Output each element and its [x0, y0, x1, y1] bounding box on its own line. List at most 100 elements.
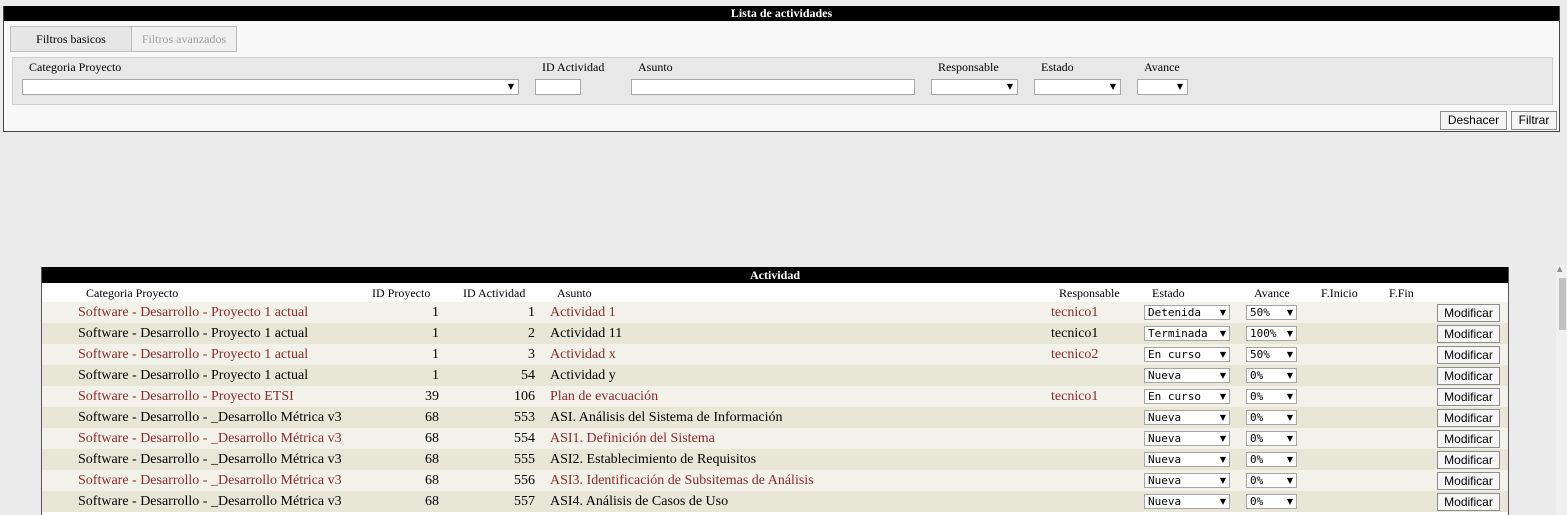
modify-button[interactable]: Modificar	[1437, 493, 1500, 511]
table-row: Software - Desarrollo - Proyecto ETSI 39 1…	[42, 386, 1508, 407]
label-asunto: Asunto	[638, 60, 673, 74]
cell-id-proyecto: 68	[425, 494, 439, 509]
cell-responsable: tecnico2	[1051, 347, 1099, 362]
estado-select[interactable]: Detenida	[1144, 305, 1230, 320]
cell-id-actividad: 1	[528, 305, 535, 320]
avance-select[interactable]: 0%	[1246, 452, 1297, 467]
filter-fields: Categoria Proyecto ID Actividad Asunto R…	[12, 57, 1553, 105]
header-asunto: Asunto	[557, 286, 592, 300]
cell-id-proyecto: 1	[432, 326, 439, 341]
cell-categoria: Software - Desarrollo - _Desarrollo Métr…	[78, 494, 342, 509]
categoria-select[interactable]	[22, 79, 519, 95]
cell-asunto: Plan de evacuación	[550, 389, 659, 404]
estado-select[interactable]: Terminada	[1144, 326, 1230, 341]
table-row: Software - Desarrollo - Proyecto 1 actua…	[42, 302, 1508, 323]
avance-select[interactable]: 50%	[1246, 347, 1297, 362]
avance-select[interactable]: 0%	[1246, 410, 1297, 425]
cell-id-proyecto: 68	[425, 473, 439, 488]
cell-id-actividad: 106	[514, 389, 535, 404]
header-responsable: Responsable	[1059, 286, 1120, 300]
estado-select[interactable]: Nueva	[1144, 473, 1230, 488]
estado-select[interactable]: En curso	[1144, 389, 1230, 404]
vertical-scrollbar[interactable]: ▲	[1556, 265, 1567, 515]
modify-button[interactable]: Modificar	[1437, 304, 1500, 322]
scroll-up-arrow-icon[interactable]: ▲	[1557, 265, 1562, 273]
modify-button[interactable]: Modificar	[1437, 388, 1500, 406]
table-row: Software - Desarrollo - Proyecto 1 actua…	[42, 365, 1508, 386]
filter-button[interactable]: Filtrar	[1511, 111, 1557, 130]
modify-button[interactable]: Modificar	[1437, 325, 1500, 343]
cell-categoria: Software - Desarrollo - Proyecto 1 actua…	[78, 326, 309, 341]
modify-button[interactable]: Modificar	[1437, 451, 1500, 469]
cell-asunto: Actividad x	[550, 347, 616, 362]
cell-asunto: Actividad 1	[550, 305, 616, 320]
modify-button[interactable]: Modificar	[1437, 430, 1500, 448]
avance-select[interactable]: 0%	[1246, 473, 1297, 488]
cell-asunto: Actividad y	[550, 368, 616, 383]
estado-select[interactable]: Nueva	[1144, 452, 1230, 467]
filter-panel-title: Lista de actividades	[4, 6, 1559, 21]
cell-asunto: Actividad 11	[550, 326, 623, 341]
modify-button[interactable]: Modificar	[1437, 346, 1500, 364]
avance-select[interactable]: 0%	[1246, 368, 1297, 383]
cell-categoria: Software - Desarrollo - _Desarrollo Métr…	[78, 452, 342, 467]
avance-select[interactable]: 50%	[1246, 305, 1297, 320]
estado-select[interactable]: En curso	[1144, 347, 1230, 362]
modify-button[interactable]: Modificar	[1437, 409, 1500, 427]
cell-categoria: Software - Desarrollo - _Desarrollo Métr…	[78, 431, 342, 446]
cell-categoria: Software - Desarrollo - Proyecto ETSI	[78, 389, 294, 404]
cell-asunto: ASI4. Análisis de Casos de Uso	[550, 494, 729, 509]
table-row: Software - Desarrollo - Proyecto 1 actua…	[42, 323, 1508, 344]
cell-id-actividad: 557	[514, 494, 535, 509]
table-body: Software - Desarrollo - Proyecto 1 actua…	[42, 302, 1508, 512]
label-avance: Avance	[1144, 60, 1180, 74]
asunto-input[interactable]	[631, 79, 915, 95]
avance-select[interactable]: 0%	[1246, 431, 1297, 446]
activity-table: Actividad Categoria Proyecto ID Proyecto…	[41, 267, 1509, 515]
estado-select[interactable]: Nueva	[1144, 368, 1230, 383]
cell-id-proyecto: 1	[432, 305, 439, 320]
modify-button[interactable]: Modificar	[1437, 367, 1500, 385]
avance-select[interactable]: 0%	[1246, 389, 1297, 404]
table-header: Categoria Proyecto ID Proyecto ID Activi…	[42, 283, 1508, 302]
cell-id-actividad: 54	[521, 368, 535, 383]
table-row: Software - Desarrollo - _Desarrollo Métr…	[42, 491, 1508, 512]
header-id-actividad: ID Actividad	[463, 286, 526, 300]
modify-button[interactable]: Modificar	[1437, 472, 1500, 490]
undo-button[interactable]: Deshacer	[1440, 111, 1507, 130]
scroll-thumb[interactable]	[1559, 278, 1566, 330]
responsable-select[interactable]	[931, 79, 1018, 95]
filter-panel: Lista de actividades Filtros basicos Fil…	[3, 6, 1560, 132]
cell-categoria: Software - Desarrollo - Proyecto 1 actua…	[78, 368, 309, 383]
cell-asunto: ASI. Análisis del Sistema de Información	[550, 410, 783, 425]
tab-advanced-filters[interactable]: Filtros avanzados	[131, 26, 237, 52]
cell-categoria: Software - Desarrollo - Proyecto 1 actua…	[78, 305, 309, 320]
estado-select[interactable]	[1034, 79, 1121, 95]
label-id-actividad: ID Actividad	[542, 60, 605, 74]
cell-id-proyecto: 68	[425, 431, 439, 446]
cell-id-actividad: 555	[514, 452, 535, 467]
id-actividad-input[interactable]	[535, 79, 581, 95]
label-responsable: Responsable	[938, 60, 999, 74]
table-row: Software - Desarrollo - _Desarrollo Métr…	[42, 407, 1508, 428]
cell-id-actividad: 556	[514, 473, 535, 488]
estado-select[interactable]: Nueva	[1144, 494, 1230, 509]
table-title: Actividad	[42, 267, 1508, 283]
estado-select[interactable]: Nueva	[1144, 410, 1230, 425]
header-estado: Estado	[1152, 286, 1185, 300]
avance-select[interactable]	[1137, 79, 1188, 95]
cell-categoria: Software - Desarrollo - Proyecto 1 actua…	[78, 347, 309, 362]
table-row: Software - Desarrollo - Proyecto 1 actua…	[42, 344, 1508, 365]
avance-select[interactable]: 0%	[1246, 494, 1297, 509]
header-categoria: Categoria Proyecto	[86, 286, 179, 300]
cell-responsable: tecnico1	[1051, 389, 1099, 404]
cell-asunto: ASI3. Identificación de Subsitemas de An…	[550, 473, 814, 488]
cell-id-actividad: 554	[514, 431, 535, 446]
cell-categoria: Software - Desarrollo - _Desarrollo Métr…	[78, 473, 342, 488]
cell-id-actividad: 2	[528, 326, 535, 341]
avance-select[interactable]: 100%	[1246, 326, 1297, 341]
table-row: Software - Desarrollo - _Desarrollo Métr…	[42, 449, 1508, 470]
tab-basic-filters[interactable]: Filtros basicos	[10, 26, 132, 52]
estado-select[interactable]: Nueva	[1144, 431, 1230, 446]
cell-asunto: ASI1. Definición del Sistema	[550, 431, 715, 446]
